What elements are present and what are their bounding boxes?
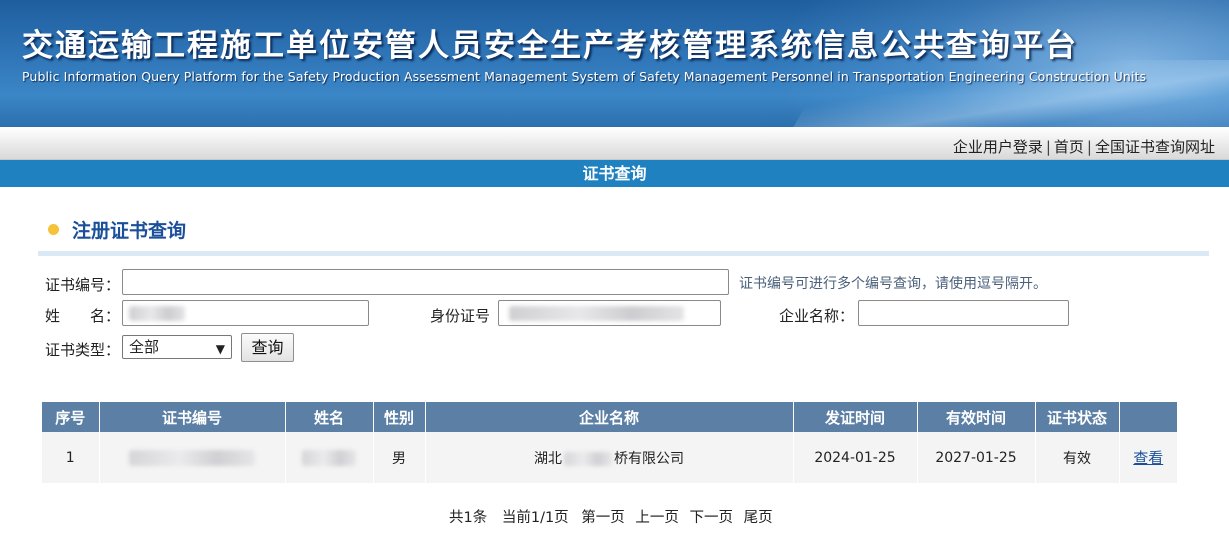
- national-cert-query-link[interactable]: 全国证书查询网址: [1095, 138, 1215, 156]
- site-title: 交通运输工程施工单位安管人员安全生产考核管理系统信息公共查询平台: [22, 28, 1078, 64]
- company-suffix: 桥有限公司: [614, 450, 684, 467]
- col-header-name: 姓名: [285, 402, 374, 432]
- row-action: 查看: [1119, 432, 1177, 483]
- col-header-action: [1119, 402, 1177, 432]
- company-prefix: 湖北: [534, 450, 562, 467]
- search-button[interactable]: 查询: [241, 333, 294, 362]
- top-nav-links: 企业用户登录 | 首页 | 全国证书查询网址: [953, 136, 1215, 157]
- col-header-cert-no: 证书编号: [99, 402, 286, 432]
- row-name: [285, 432, 374, 483]
- top-nav-bar: 企业用户登录 | 首页 | 全国证书查询网址: [0, 127, 1229, 160]
- cert-type-select[interactable]: 全部 ▼: [122, 335, 232, 359]
- cert-no-label: 证书编号：: [45, 276, 121, 294]
- table-row: 1 男 湖北 桥有限公司 2024-01-25 2027-01-25 有效 查看: [42, 432, 1177, 483]
- company-label: 企业名称：: [779, 307, 855, 325]
- site-subtitle: Public Information Query Platform for th…: [22, 69, 1147, 84]
- col-header-valid-date: 有效时间: [917, 402, 1036, 432]
- redacted-id-number: [509, 306, 684, 321]
- cert-type-label: 证书类型：: [45, 341, 121, 359]
- total-count: 共1条: [449, 510, 488, 526]
- id-no-input[interactable]: [498, 300, 721, 326]
- view-link[interactable]: 查看: [1133, 449, 1163, 467]
- next-page-link[interactable]: 下一页: [690, 510, 734, 526]
- col-header-gender: 性别: [373, 402, 426, 432]
- enterprise-login-link[interactable]: 企业用户登录: [953, 138, 1043, 156]
- table-header-row: 序号 证书编号 姓名 性别 企业名称 发证时间 有效时间 证书状态: [42, 402, 1177, 432]
- name-label: 姓 名：: [45, 307, 121, 325]
- col-header-index: 序号: [42, 402, 100, 432]
- heading-divider: [38, 251, 1209, 256]
- redacted-cert-no: [129, 449, 255, 466]
- chevron-down-icon: ▼: [215, 342, 225, 356]
- redacted-name-cell: [302, 449, 356, 466]
- row-valid-date: 2027-01-25: [917, 432, 1036, 483]
- row-gender: 男: [373, 432, 426, 483]
- bullet-dot-icon: [48, 224, 59, 235]
- col-header-company: 企业名称: [425, 402, 794, 432]
- heading-text: 注册证书查询: [72, 220, 187, 242]
- name-input[interactable]: [122, 300, 369, 326]
- row-index: 1: [42, 432, 100, 483]
- current-page: 当前1/1页: [501, 510, 569, 526]
- first-page-link[interactable]: 第一页: [581, 510, 625, 526]
- redacted-name: [129, 306, 185, 321]
- redacted-company-part: [564, 451, 612, 466]
- prev-page-link[interactable]: 上一页: [635, 510, 679, 526]
- id-no-label: 身份证号: [430, 307, 491, 325]
- last-page-link[interactable]: 尾页: [744, 510, 773, 526]
- header-banner: 交通运输工程施工单位安管人员安全生产考核管理系统信息公共查询平台 Public …: [0, 0, 1229, 127]
- row-status: 有效: [1035, 432, 1120, 483]
- home-link[interactable]: 首页: [1054, 138, 1084, 156]
- row-issue-date: 2024-01-25: [793, 432, 918, 483]
- company-input[interactable]: [858, 300, 1069, 326]
- pagination: 共1条 当前1/1页 第一页 上一页 下一页 尾页: [449, 506, 779, 527]
- cert-type-selected: 全部: [129, 338, 160, 356]
- section-title-bar: 证书查询: [0, 160, 1229, 187]
- col-header-status: 证书状态: [1035, 402, 1120, 432]
- col-header-issue-date: 发证时间: [793, 402, 918, 432]
- cert-no-input[interactable]: [122, 269, 729, 295]
- row-cert-no: [99, 432, 286, 483]
- nav-separator: |: [1045, 138, 1051, 156]
- results-table: 序号 证书编号 姓名 性别 企业名称 发证时间 有效时间 证书状态 1 男 湖北…: [42, 402, 1177, 483]
- cert-no-hint: 证书编号可进行多个编号查询，请使用逗号隔开。: [739, 276, 1047, 292]
- nav-separator: |: [1086, 138, 1092, 156]
- row-company: 湖北 桥有限公司: [425, 432, 794, 483]
